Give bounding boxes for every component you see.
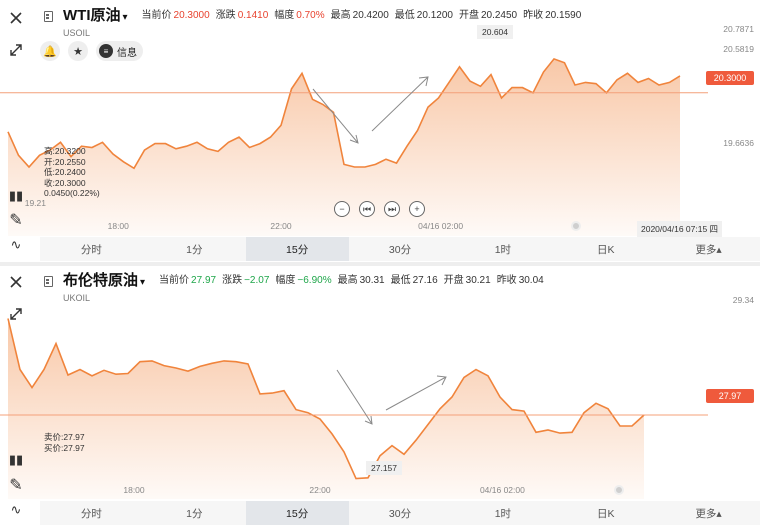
- y-tick-label: 29.34: [733, 295, 755, 305]
- tab-3[interactable]: 30分: [349, 501, 452, 525]
- wti-high-callout: 20.604: [477, 25, 513, 39]
- gesture-arrow: [336, 369, 373, 425]
- wti-panel: WTI原油 ▾ USOIL 当前价 20.3000 涨跌 0.1410 幅度 0.70% 最高…: [0, 0, 760, 262]
- x-tick-label: 04/16 02:00: [418, 221, 463, 231]
- x-tick-label: 04/16 02:00: [480, 485, 525, 495]
- x-tick-label: 18:00: [108, 221, 130, 231]
- candlestick-button[interactable]: ▮▮: [4, 448, 28, 472]
- scroll-handle[interactable]: [571, 221, 581, 231]
- tab-6[interactable]: 更多▴: [657, 501, 760, 525]
- candlestick-button[interactable]: ▮▮: [4, 184, 28, 208]
- tab-3[interactable]: 30分: [349, 237, 452, 261]
- brent-quote-readout: 卖价:27.97 买价:27.97: [44, 432, 85, 453]
- pen-icon: ✎: [9, 212, 23, 229]
- wti-current-price-tag: 20.3000: [706, 71, 754, 85]
- pen-icon: ✎: [9, 477, 23, 494]
- draw-button[interactable]: ✎: [4, 208, 28, 232]
- price-area: [8, 318, 644, 499]
- tab-2[interactable]: 15分: [245, 501, 349, 525]
- tab-6[interactable]: 更多▴: [657, 237, 760, 261]
- tab-1[interactable]: 1分: [143, 501, 246, 525]
- x-tick-label: 22:00: [309, 485, 331, 495]
- y-tick-label: 19.6636: [723, 138, 754, 148]
- tab-4[interactable]: 1时: [451, 501, 554, 525]
- brent-current-price-tag: 27.97: [706, 389, 754, 403]
- x-tick-label: 18:00: [123, 485, 145, 495]
- tab-4[interactable]: 1时: [451, 237, 554, 261]
- candlestick-icon: ▮▮: [8, 452, 24, 467]
- wti-chart[interactable]: 18:00 22:00 04/16 02:00 20.7871 20.5819 19.66…: [0, 0, 760, 240]
- tab-0[interactable]: 分时: [40, 237, 143, 261]
- zoom-out-button[interactable]: −: [334, 201, 350, 217]
- wti-ohlc-readout: 高:20.3200 开:20.2550 低:20.2400 收:20.3000 …: [44, 146, 100, 198]
- gesture-arrow: [385, 375, 447, 411]
- next-button[interactable]: ⏭: [384, 201, 400, 217]
- tab-0[interactable]: 分时: [40, 501, 143, 525]
- candlestick-icon: ▮▮: [8, 188, 24, 203]
- tab-1[interactable]: 1分: [143, 237, 246, 261]
- brent-low-callout: 27.157: [366, 461, 402, 475]
- scroll-handle[interactable]: [614, 485, 624, 495]
- gesture-arrow: [371, 76, 429, 132]
- prev-button[interactable]: ⏮: [359, 201, 375, 217]
- brent-panel: 布伦特原油 ▾ UKOIL 当前价 27.97 涨跌 −2.07 幅度 −6.90% 最高 30…: [0, 266, 760, 525]
- indicator-button[interactable]: ∿: [4, 233, 28, 257]
- draw-button[interactable]: ✎: [4, 473, 28, 497]
- zoom-in-button[interactable]: +: [409, 201, 425, 217]
- brent-timeframe-tabs: 分时 1分 15分 30分 1时 日K 更多▴: [40, 501, 760, 525]
- indicator-icon: ∿: [10, 502, 22, 517]
- tab-5[interactable]: 日K: [554, 501, 657, 525]
- indicator-icon: ∿: [10, 237, 22, 252]
- tab-2[interactable]: 15分: [245, 237, 349, 261]
- indicator-button[interactable]: ∿: [4, 498, 28, 522]
- x-tick-label: 22:00: [270, 221, 292, 231]
- wti-timeframe-tabs: 分时 1分 15分 30分 1时 日K 更多▴: [40, 237, 760, 261]
- wti-date-label: 2020/04/16 07:15 四: [637, 221, 723, 237]
- y-tick-label: 20.5819: [723, 44, 754, 54]
- y-tick-label: 20.7871: [723, 24, 754, 34]
- tab-5[interactable]: 日K: [554, 237, 657, 261]
